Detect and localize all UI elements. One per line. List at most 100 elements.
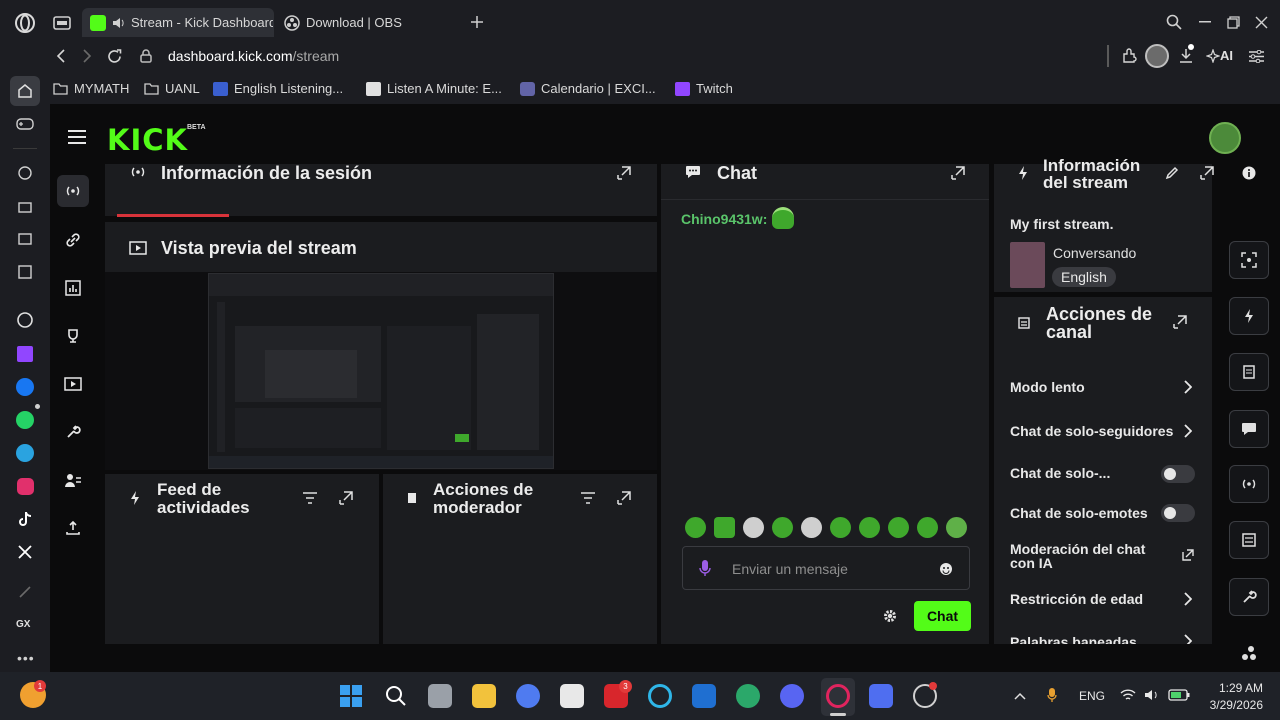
close-window-icon[interactable] (1252, 13, 1270, 31)
microphone-icon[interactable] (698, 559, 712, 577)
nav-video-icon[interactable] (57, 368, 89, 400)
url-field[interactable]: dashboard.kick.com/stream (168, 48, 339, 64)
instagram-icon[interactable] (13, 474, 37, 498)
tab-obs-download[interactable]: Download | OBS (280, 8, 460, 37)
age-restriction-label[interactable]: Restricción de edad (1010, 591, 1143, 607)
twitch-sidebar-icon[interactable] (13, 342, 37, 366)
emotes-only-label[interactable]: Chat de solo-emotes (1010, 505, 1148, 521)
nav-upload-icon[interactable] (57, 512, 89, 544)
popout-icon[interactable] (616, 490, 632, 506)
chevron-right-icon[interactable] (1182, 591, 1194, 607)
info-icon[interactable] (1241, 165, 1257, 181)
followers-only-label[interactable]: Chat de solo-seguidores (1010, 423, 1173, 439)
filter-icon[interactable] (580, 490, 596, 506)
new-tab-icon[interactable] (468, 13, 486, 31)
easy-setup-icon[interactable] (1247, 47, 1265, 65)
bookmark-mymath[interactable]: MYMATH (53, 81, 129, 96)
filter-icon[interactable] (302, 490, 318, 506)
rail-preview-button[interactable] (1229, 241, 1269, 279)
cleaner-icon[interactable] (13, 580, 37, 604)
bookmark-listen-a-minute[interactable]: Listen A Minute: E... (366, 81, 502, 96)
chatgpt-icon[interactable] (13, 308, 37, 332)
speed-dial-icon[interactable] (13, 161, 37, 185)
search-tabs-icon[interactable] (1165, 13, 1183, 31)
restore-icon[interactable] (1224, 13, 1242, 31)
emote-icon[interactable] (772, 517, 793, 538)
send-chat-button[interactable]: Chat (914, 601, 971, 631)
chevron-up-icon[interactable] (1013, 689, 1027, 703)
tab-islands-icon[interactable] (52, 13, 72, 33)
clock-time[interactable]: 1:29 AM (1215, 681, 1263, 695)
kick-logo[interactable]: KICK (107, 123, 188, 157)
cards-icon[interactable] (13, 227, 37, 251)
emote-icon[interactable] (830, 517, 851, 538)
popout-icon[interactable] (338, 490, 354, 506)
ai-label[interactable]: AI (1220, 48, 1233, 63)
slow-mode-label[interactable]: Modo lento (1010, 379, 1085, 395)
emote-icon[interactable] (714, 517, 735, 538)
emote-icon[interactable] (888, 517, 909, 538)
bookmark-twitch[interactable]: Twitch (675, 81, 733, 96)
wifi-icon[interactable] (1119, 688, 1137, 702)
category-name[interactable]: Conversando (1053, 245, 1136, 261)
download-icon[interactable] (1176, 47, 1196, 65)
gx-label[interactable]: GX (16, 619, 30, 630)
rail-moderation-button[interactable] (1229, 521, 1269, 559)
discord-icon[interactable] (780, 684, 804, 708)
back-icon[interactable] (52, 47, 68, 65)
chevron-right-icon[interactable] (1182, 379, 1194, 395)
nav-analytics-icon[interactable] (57, 272, 89, 304)
popout-icon[interactable] (1172, 314, 1188, 330)
ai-moderation-label[interactable]: Moderación del chat con IA (1010, 542, 1160, 570)
rail-session-button[interactable] (1229, 465, 1269, 503)
language-indicator[interactable]: ENG (1079, 689, 1105, 703)
rail-tools-button[interactable] (1229, 578, 1269, 616)
messenger-icon[interactable] (13, 375, 37, 399)
profile-avatar[interactable] (1145, 44, 1169, 68)
whatsapp-icon[interactable] (13, 408, 37, 432)
opera-menu-icon[interactable] (14, 12, 36, 34)
emoji-smiley-icon[interactable] (938, 561, 954, 577)
emote-icon[interactable] (946, 517, 967, 538)
stream-preview-video[interactable] (208, 273, 554, 469)
reload-icon[interactable] (105, 47, 123, 65)
chevron-right-icon[interactable] (1182, 634, 1194, 644)
external-link-icon[interactable] (1181, 548, 1195, 562)
edge-icon[interactable] (736, 684, 760, 708)
battery-icon[interactable] (1167, 688, 1191, 702)
subscribers-only-label[interactable]: Chat de solo-... (1010, 465, 1110, 481)
opera-gx-taskbar-icon[interactable] (826, 684, 850, 708)
emote-icon[interactable] (685, 517, 706, 538)
subscribers-only-toggle[interactable] (1161, 465, 1195, 483)
speaker-icon[interactable] (112, 17, 126, 29)
gamepad-icon[interactable] (13, 112, 37, 136)
user-avatar[interactable] (1209, 122, 1241, 154)
popout-icon[interactable] (950, 165, 966, 181)
copilot-icon[interactable] (516, 684, 540, 708)
chevron-right-icon[interactable] (1182, 423, 1194, 439)
customize-icon[interactable] (1240, 644, 1258, 662)
nav-trophy-icon[interactable] (57, 320, 89, 352)
emote-icon[interactable] (801, 517, 822, 538)
emote-icon[interactable] (743, 517, 764, 538)
bookmark-english-listening[interactable]: English Listening... (213, 81, 343, 96)
search-taskbar-icon[interactable] (384, 684, 408, 708)
home-icon[interactable] (13, 79, 37, 103)
emote-icon[interactable] (917, 517, 938, 538)
volume-icon[interactable] (1143, 688, 1161, 702)
task-view-icon[interactable] (428, 684, 452, 708)
nav-users-icon[interactable] (57, 464, 89, 496)
rail-notes-button[interactable] (1229, 353, 1269, 391)
hamburger-menu-icon[interactable] (67, 128, 87, 146)
app-blue-icon[interactable] (869, 684, 893, 708)
ai-sparkle-icon[interactable] (1205, 47, 1221, 65)
nav-link-icon[interactable] (57, 224, 89, 256)
banned-words-label[interactable]: Palabras baneadas (1010, 634, 1137, 644)
x-twitter-icon[interactable] (13, 540, 37, 564)
nav-wrench-icon[interactable] (57, 416, 89, 448)
bookmark-calendario[interactable]: Calendario | EXCI... (520, 81, 656, 96)
cortana-icon[interactable] (648, 684, 672, 708)
nav-stream-icon[interactable] (57, 175, 89, 207)
telegram-icon[interactable] (13, 441, 37, 465)
forward-icon[interactable] (79, 47, 95, 65)
